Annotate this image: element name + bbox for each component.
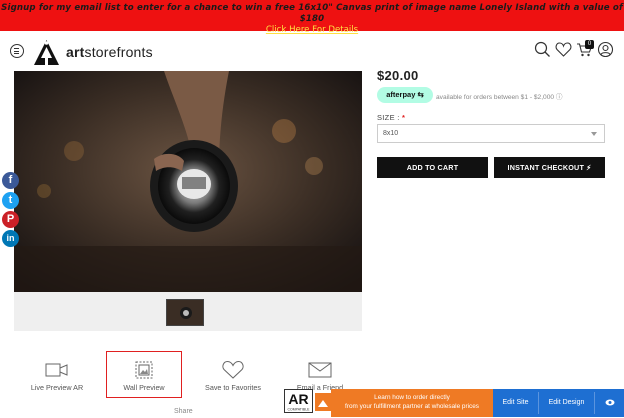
eye-icon[interactable] bbox=[595, 389, 624, 417]
search-icon[interactable] bbox=[534, 41, 551, 58]
size-label: SIZE : * bbox=[377, 113, 406, 122]
promo-message: Signup for my email list to enter for a … bbox=[1, 3, 623, 24]
menu-icon[interactable] bbox=[10, 44, 24, 58]
share-label: Share bbox=[174, 408, 193, 415]
cart-count-badge: 0 bbox=[585, 40, 594, 49]
learn-line1: Learn how to order directly bbox=[374, 394, 450, 401]
ar-camera-icon bbox=[45, 363, 68, 377]
chevron-down-icon bbox=[591, 132, 597, 136]
learn-line2: from your fulfillment partner at wholesa… bbox=[345, 402, 479, 410]
size-select[interactable]: 8x10 bbox=[377, 124, 605, 143]
wall-preview-label: Wall Preview bbox=[123, 383, 165, 392]
edit-site-button[interactable]: Edit Site bbox=[493, 389, 538, 417]
add-to-cart-button[interactable]: ADD TO CART bbox=[377, 157, 488, 178]
twitter-share-icon[interactable]: t bbox=[2, 192, 19, 209]
logo-icon[interactable] bbox=[33, 39, 60, 66]
linkedin-share-icon[interactable]: in bbox=[2, 230, 19, 247]
info-icon[interactable]: ⓘ bbox=[556, 94, 563, 101]
save-favorites-label: Save to Favorites bbox=[205, 383, 261, 392]
live-preview-ar-button[interactable]: Live Preview AR bbox=[22, 352, 92, 397]
facebook-share-icon[interactable]: f bbox=[2, 172, 19, 189]
user-icon[interactable] bbox=[597, 41, 614, 58]
heart-icon[interactable] bbox=[555, 41, 572, 58]
learn-wholesale-banner[interactable]: Learn how to order directly from your fu… bbox=[331, 389, 493, 417]
afterpay-badge[interactable]: afterpay ⇆ bbox=[377, 87, 433, 103]
email-icon bbox=[308, 362, 332, 378]
logo-text[interactable]: artstorefronts bbox=[66, 44, 153, 60]
instant-checkout-button[interactable]: INSTANT CHECKOUT ⚡︎ bbox=[494, 157, 605, 178]
live-preview-label: Live Preview AR bbox=[30, 383, 84, 392]
ar-compatible-badge: AR COMPATIBLE bbox=[284, 389, 332, 413]
edit-design-button[interactable]: Edit Design bbox=[539, 389, 594, 417]
editor-toolbar: Edit Site Edit Design bbox=[493, 389, 624, 417]
product-image-frame bbox=[14, 71, 362, 331]
product-photo[interactable] bbox=[14, 71, 362, 292]
pinterest-share-icon[interactable]: P bbox=[2, 211, 19, 228]
promo-banner: Signup for my email list to enter for a … bbox=[0, 0, 624, 35]
product-thumbnail[interactable] bbox=[166, 299, 204, 326]
site-header: artstorefronts 0 bbox=[0, 31, 624, 71]
required-indicator: * bbox=[402, 113, 406, 122]
size-select-value: 8x10 bbox=[383, 130, 399, 137]
product-price: $20.00 bbox=[377, 68, 419, 83]
heart-outline-icon bbox=[222, 360, 244, 379]
afterpay-note: available for orders between $1 - $2,000… bbox=[436, 94, 563, 101]
wall-preview-icon bbox=[135, 361, 153, 379]
save-favorites-button[interactable]: Save to Favorites bbox=[196, 352, 270, 397]
svg-text:COMPATIBLE: COMPATIBLE bbox=[287, 408, 310, 412]
wall-preview-button[interactable]: Wall Preview bbox=[106, 352, 182, 397]
lightning-icon: ⚡︎ bbox=[586, 163, 592, 172]
svg-text:AR: AR bbox=[288, 391, 308, 407]
